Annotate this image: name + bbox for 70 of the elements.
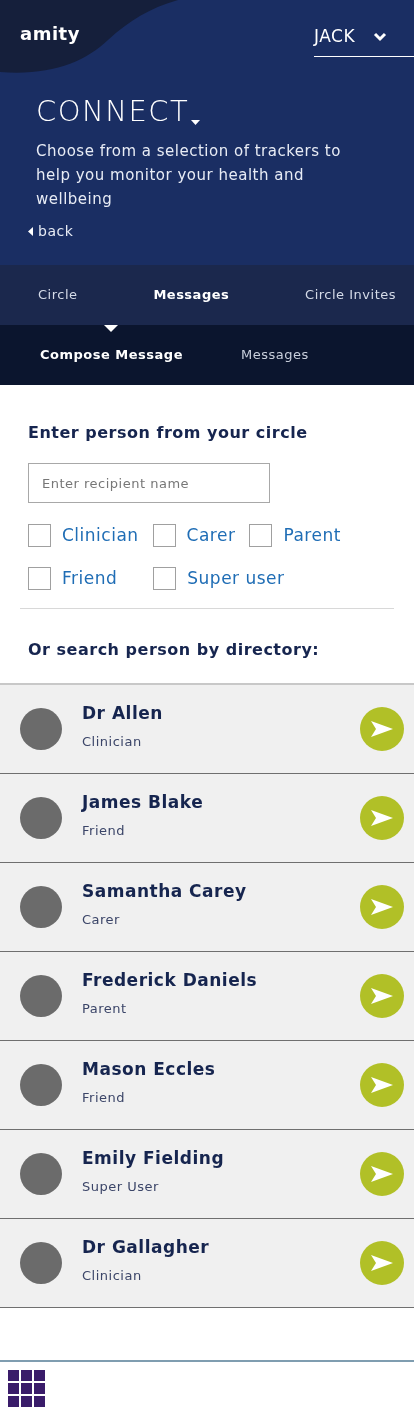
send-icon bbox=[371, 1077, 393, 1093]
avatar bbox=[20, 1153, 62, 1195]
send-icon bbox=[371, 1166, 393, 1182]
contact-role: Clinician bbox=[82, 1267, 143, 1285]
checkbox-label[interactable]: Super user bbox=[187, 565, 285, 591]
caret-left-icon bbox=[28, 226, 33, 236]
section-heading: Enter person from your circle bbox=[28, 422, 309, 444]
user-menu[interactable]: JACK bbox=[314, 24, 414, 57]
caret-down-icon bbox=[191, 119, 201, 125]
back-link[interactable]: back bbox=[28, 220, 74, 242]
pointer-triangle-icon bbox=[104, 325, 119, 333]
contact-row[interactable]: Frederick Daniels Parent bbox=[0, 952, 414, 1041]
checkbox[interactable] bbox=[152, 524, 176, 548]
avatar bbox=[20, 1242, 62, 1284]
avatar bbox=[20, 708, 62, 750]
page-description: Choose from a selection of trackers to help you monitor your health and wellbeing bbox=[36, 140, 342, 210]
contact-row[interactable]: Emily Fielding Super User bbox=[0, 1130, 414, 1219]
send-icon bbox=[371, 899, 393, 915]
contact-role: Clinician bbox=[82, 733, 143, 751]
contact-name: Dr Allen bbox=[82, 701, 164, 725]
checkbox-label[interactable]: Parent bbox=[283, 523, 341, 549]
app-logo: amity bbox=[20, 22, 80, 46]
contact-name: Mason Eccles bbox=[82, 1057, 217, 1081]
section-heading: Or search person by directory: bbox=[27, 639, 321, 661]
chevron-down-icon bbox=[373, 31, 388, 42]
send-button[interactable] bbox=[360, 1152, 404, 1196]
checkbox-label[interactable]: Clinician bbox=[62, 523, 139, 549]
contact-row[interactable]: Mason Eccles Friend bbox=[0, 1041, 414, 1130]
checkbox-label[interactable]: Friend bbox=[62, 565, 118, 591]
contact-role: Friend bbox=[82, 1089, 126, 1107]
contact-name: Emily Fielding bbox=[82, 1146, 226, 1170]
checkbox[interactable] bbox=[249, 524, 273, 548]
tab[interactable]: Messages bbox=[153, 285, 230, 305]
send-button[interactable] bbox=[360, 1063, 404, 1107]
contact-name: Dr Gallagher bbox=[82, 1235, 211, 1259]
send-button[interactable] bbox=[360, 1241, 404, 1285]
send-button[interactable] bbox=[360, 885, 404, 929]
checkbox[interactable] bbox=[28, 524, 51, 548]
send-button[interactable] bbox=[360, 796, 404, 840]
avatar bbox=[20, 975, 62, 1017]
send-icon bbox=[371, 721, 393, 737]
contact-row[interactable]: Dr Allen Clinician bbox=[0, 685, 414, 774]
tab[interactable]: Circle bbox=[38, 285, 78, 305]
avatar bbox=[20, 1064, 62, 1106]
tab[interactable]: Circle Invites bbox=[305, 285, 396, 305]
contact-row[interactable]: Dr Gallagher Clinician bbox=[0, 1219, 414, 1308]
subtab[interactable]: Compose Message bbox=[40, 345, 183, 365]
checkbox-label[interactable]: Carer bbox=[186, 523, 236, 549]
avatar bbox=[20, 886, 62, 928]
contact-row[interactable]: Samantha Carey Carer bbox=[0, 863, 414, 952]
send-icon bbox=[371, 1255, 393, 1271]
contact-row[interactable]: James Blake Friend bbox=[0, 774, 414, 863]
send-icon bbox=[371, 810, 393, 826]
checkbox[interactable] bbox=[153, 566, 177, 590]
contact-role: Super User bbox=[82, 1178, 160, 1196]
avatar bbox=[20, 797, 62, 839]
subtab[interactable]: Messages bbox=[240, 345, 309, 365]
send-icon bbox=[371, 988, 393, 1004]
contact-role: Friend bbox=[82, 822, 126, 840]
recipient-field[interactable]: Enter recipient name bbox=[28, 463, 270, 503]
contact-role: Parent bbox=[82, 1000, 128, 1018]
page-title: CONNECT bbox=[36, 96, 190, 126]
contact-role: Carer bbox=[82, 911, 121, 929]
contact-name: Samantha Carey bbox=[82, 879, 248, 903]
contact-name: James Blake bbox=[82, 790, 205, 814]
send-button[interactable] bbox=[360, 974, 404, 1018]
checkbox[interactable] bbox=[28, 566, 51, 590]
send-button[interactable] bbox=[360, 707, 404, 751]
grid-menu-icon[interactable] bbox=[8, 1370, 46, 1408]
contact-name: Frederick Daniels bbox=[82, 968, 259, 992]
